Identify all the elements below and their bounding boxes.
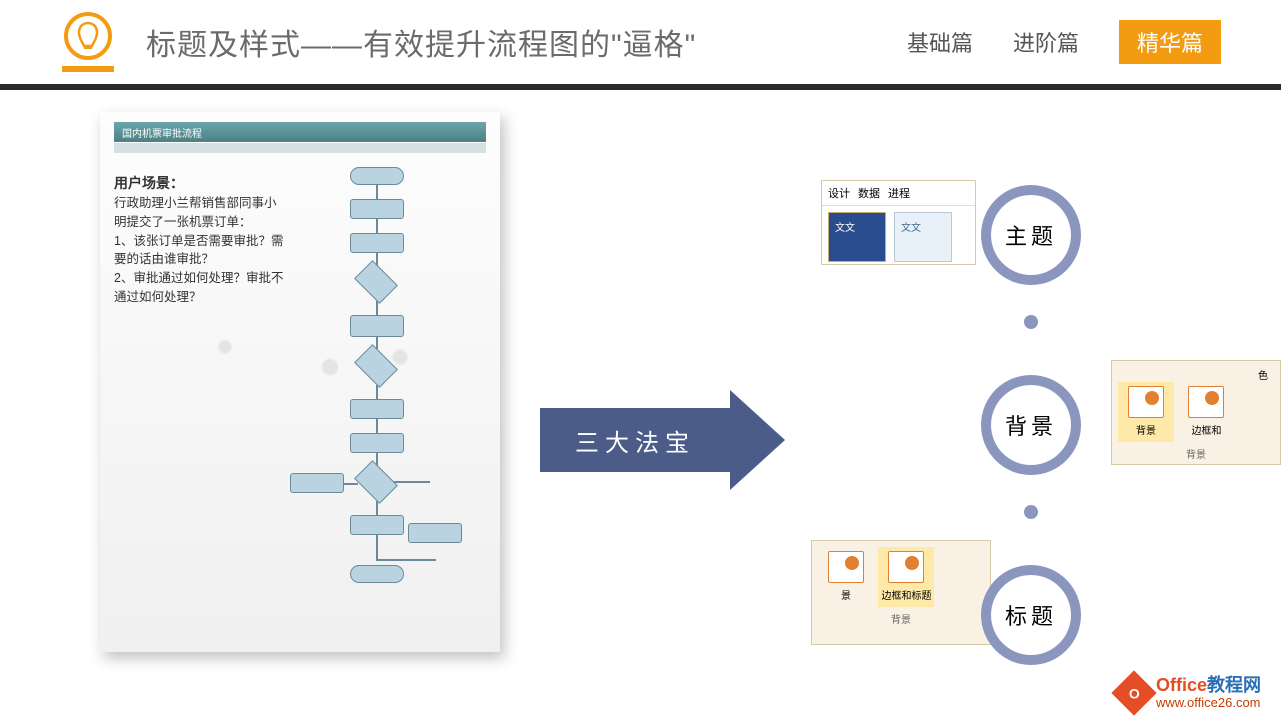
watermark: O Office教程网 www.office26.com [1118, 676, 1261, 710]
content-area: 国内机票审批流程 用户场景： 行政助理小兰帮销售部同事小明提交了一张机票订单： … [0, 90, 1281, 710]
watermark-icon: O [1111, 670, 1156, 715]
connector-dot [1024, 505, 1038, 519]
theme-thumb-dark: 文文 [828, 212, 886, 262]
tab-data: 数据 [858, 185, 880, 201]
arrow-three-treasures: 三大法宝 [540, 390, 800, 490]
arrow-label: 三大法宝 [575, 423, 695, 458]
treasure-background: 色 背景 边框和 背景 背景 [831, 360, 1181, 490]
tab-design: 设计 [828, 185, 850, 201]
tab-process: 进程 [888, 185, 910, 201]
watermark-url: www.office26.com [1156, 696, 1261, 710]
circle-title: 标题 [981, 565, 1081, 665]
ribbon-btn-border-title: 边框和标题 [878, 547, 934, 607]
theme-ribbon-thumb: 设计 数据 进程 文文 文文 [821, 180, 976, 265]
arrow-head-icon [730, 390, 785, 490]
circle-title-label: 标题 [991, 575, 1071, 655]
ribbon-group-bg: 背景 [1118, 446, 1274, 461]
scenario-heading: 用户场景： [114, 173, 284, 194]
page-header: 标题及样式——有效提升流程图的"逼格" 基础篇 进阶篇 精华篇 [0, 0, 1281, 90]
bulb-icon [60, 12, 116, 82]
page-title: 标题及样式——有效提升流程图的"逼格" [146, 20, 696, 64]
treasures-column: 设计 数据 进程 文文 文文 主题 色 [831, 170, 1181, 700]
treasure-theme: 设计 数据 进程 文文 文文 主题 [831, 170, 1181, 300]
doc-title-bar: 国内机票审批流程 [114, 122, 486, 142]
nav-tabs: 基础篇 进阶篇 精华篇 [907, 20, 1221, 64]
doc-sub-bar [114, 143, 486, 153]
circle-bg-label: 背景 [991, 385, 1071, 465]
theme-thumb-light: 文文 [894, 212, 952, 262]
watermark-brand: Office教程网 [1156, 676, 1261, 696]
tab-essence[interactable]: 精华篇 [1119, 20, 1221, 64]
tab-advanced[interactable]: 进阶篇 [1013, 26, 1079, 58]
flowchart-document: 国内机票审批流程 用户场景： 行政助理小兰帮销售部同事小明提交了一张机票订单： … [100, 112, 500, 652]
ribbon-group-title: 背景 [818, 611, 984, 626]
connector-dot [1024, 315, 1038, 329]
circle-background: 背景 [981, 375, 1081, 475]
ribbon-btn-border: 边框和 [1178, 382, 1234, 442]
title-ribbon-thumb: 景 边框和标题 背景 [811, 540, 991, 645]
ribbon-btn-bg2: 景 [818, 547, 874, 607]
circle-theme: 主题 [981, 185, 1081, 285]
treasure-title: 景 边框和标题 背景 标题 [831, 550, 1181, 680]
bg-ribbon-thumb: 色 背景 边框和 背景 [1111, 360, 1281, 465]
tab-basic[interactable]: 基础篇 [907, 26, 973, 58]
circle-theme-label: 主题 [991, 195, 1071, 275]
ribbon-btn-background: 背景 [1118, 382, 1174, 442]
flowchart-diagram [290, 167, 470, 627]
